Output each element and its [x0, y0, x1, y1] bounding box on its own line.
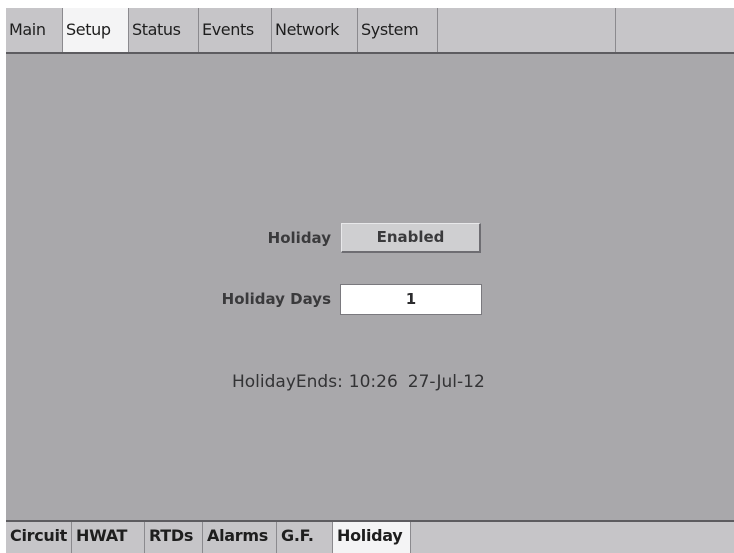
tab-setup[interactable]: Setup: [63, 8, 129, 52]
holiday-label: Holiday: [267, 229, 331, 247]
tab-holiday[interactable]: Holiday: [333, 522, 411, 553]
tab-system[interactable]: System: [358, 8, 438, 52]
tab-gf[interactable]: G.F.: [277, 522, 333, 553]
tab-alarms[interactable]: Alarms: [203, 522, 277, 553]
top-tab-bar: Main Setup Status Events Network System: [6, 8, 734, 54]
tab-filler: [616, 8, 734, 52]
holiday-ends-time: 10:26: [348, 372, 398, 392]
holiday-enabled-button[interactable]: Enabled: [341, 223, 481, 253]
tab-status[interactable]: Status: [129, 8, 199, 52]
tab-rtds[interactable]: RTDs: [145, 522, 203, 553]
holiday-ends-date: 27-Jul-12: [407, 372, 485, 392]
hmi-screen: Main Setup Status Events Network System …: [6, 8, 734, 553]
tab-events[interactable]: Events: [199, 8, 272, 52]
holiday-ends-label: HolidayEnds:: [232, 372, 343, 392]
holiday-days-label: Holiday Days: [221, 290, 331, 308]
holiday-ends-readout: HolidayEnds: 10:26 27-Jul-12: [232, 372, 485, 392]
holiday-days-input[interactable]: 1: [340, 284, 482, 315]
tab-circuit[interactable]: Circuit: [6, 522, 72, 553]
tab-network[interactable]: Network: [272, 8, 358, 52]
tab-hwat[interactable]: HWAT: [72, 522, 145, 553]
bottom-tab-bar: Circuit HWAT RTDs Alarms G.F. Holiday: [6, 520, 734, 553]
tab-main[interactable]: Main: [6, 8, 63, 52]
tab-filler: [438, 8, 616, 52]
